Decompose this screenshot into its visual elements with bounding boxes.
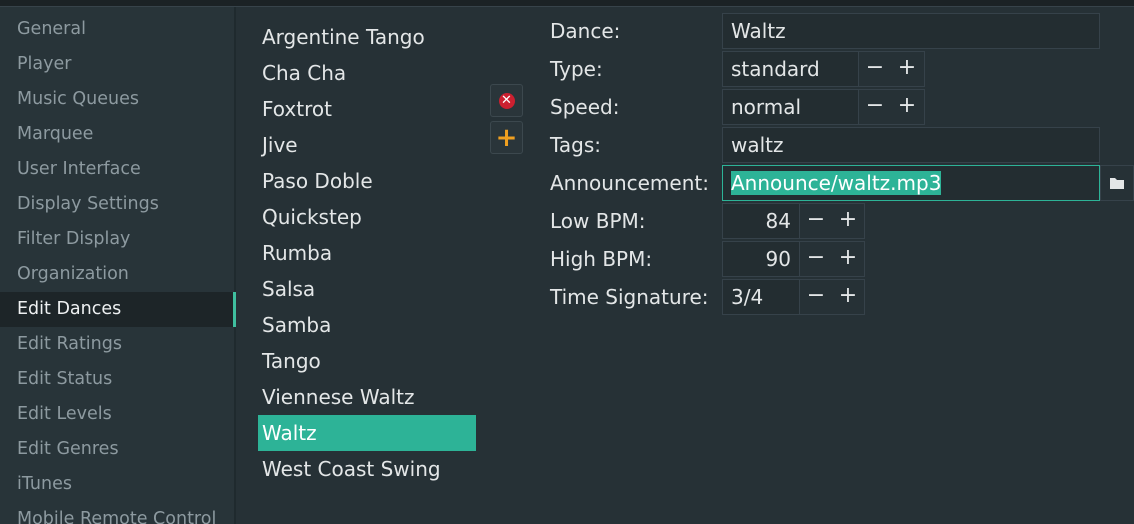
time-signature-stepper: − + [799,279,865,315]
speed-stepper: − + [858,89,925,125]
speed-label: Speed: [550,95,620,119]
dance-item-samba[interactable]: Samba [258,307,476,343]
sidebar-item-marquee[interactable]: Marquee [0,117,236,152]
dance-item-argentine-tango[interactable]: Argentine Tango [258,19,476,55]
sidebar-item-display-settings[interactable]: Display Settings [0,187,236,222]
sidebar-item-edit-dances[interactable]: Edit Dances [0,292,236,327]
dance-item-jive[interactable]: Jive [258,127,476,163]
settings-sidebar: General Player Music Queues Marquee User… [0,7,236,524]
time-signature-increment-button[interactable]: + [832,280,864,314]
high-bpm-increment-button[interactable]: + [832,242,864,276]
add-dance-button[interactable]: + [490,121,523,154]
dance-item-quickstep[interactable]: Quickstep [258,199,476,235]
type-decrement-button[interactable]: − [859,52,891,86]
dance-item-paso-doble[interactable]: Paso Doble [258,163,476,199]
window-top-border [0,0,1134,7]
delete-dance-button[interactable]: ✕ [490,84,523,117]
type-label: Type: [550,57,603,81]
tags-field[interactable]: waltz [722,127,1100,163]
high-bpm-field[interactable]: 90 [722,241,800,277]
high-bpm-decrement-button[interactable]: − [800,242,832,276]
announcement-value: Announce/waltz.mp3 [731,171,942,195]
dance-list: Argentine Tango Cha Cha Foxtrot Jive Pas… [258,19,476,487]
dance-item-rumba[interactable]: Rumba [258,235,476,271]
sidebar-item-edit-ratings[interactable]: Edit Ratings [0,327,236,362]
low-bpm-stepper: − + [799,203,865,239]
type-field[interactable]: standard [722,51,859,87]
dance-item-salsa[interactable]: Salsa [258,271,476,307]
high-bpm-label: High BPM: [550,247,653,271]
sidebar-item-player[interactable]: Player [0,47,236,82]
low-bpm-decrement-button[interactable]: − [800,204,832,238]
sidebar-item-user-interface[interactable]: User Interface [0,152,236,187]
type-stepper: − + [858,51,925,87]
speed-increment-button[interactable]: + [891,90,923,124]
dance-item-foxtrot[interactable]: Foxtrot [258,91,476,127]
delete-icon: ✕ [498,92,515,109]
tags-label: Tags: [550,133,602,157]
sidebar-item-edit-levels[interactable]: Edit Levels [0,397,236,432]
sidebar-item-organization[interactable]: Organization [0,257,236,292]
sidebar-item-mobile-remote-control[interactable]: Mobile Remote Control [0,502,236,524]
sidebar-item-filter-display[interactable]: Filter Display [0,222,236,257]
dance-item-waltz[interactable]: Waltz [258,415,476,451]
type-increment-button[interactable]: + [891,52,923,86]
time-signature-decrement-button[interactable]: − [800,280,832,314]
dance-name-field[interactable]: Waltz [722,13,1100,49]
folder-icon [1110,178,1124,189]
dance-item-tango[interactable]: Tango [258,343,476,379]
sidebar-item-music-queues[interactable]: Music Queues [0,82,236,117]
time-signature-field[interactable]: 3/4 [722,279,800,315]
time-signature-label: Time Signature: [550,285,709,309]
dance-item-west-coast-swing[interactable]: West Coast Swing [258,451,476,487]
add-icon: + [495,122,518,153]
browse-announcement-button[interactable] [1100,165,1134,201]
low-bpm-label: Low BPM: [550,209,646,233]
dance-item-viennese-waltz[interactable]: Viennese Waltz [258,379,476,415]
sidebar-item-edit-genres[interactable]: Edit Genres [0,432,236,467]
speed-decrement-button[interactable]: − [859,90,891,124]
announcement-label: Announcement: [550,171,709,195]
high-bpm-stepper: − + [799,241,865,277]
low-bpm-increment-button[interactable]: + [832,204,864,238]
speed-field[interactable]: normal [722,89,859,125]
low-bpm-field[interactable]: 84 [722,203,800,239]
announcement-field[interactable]: Announce/waltz.mp3 [722,165,1100,201]
dance-item-cha-cha[interactable]: Cha Cha [258,55,476,91]
sidebar-item-edit-status[interactable]: Edit Status [0,362,236,397]
sidebar-item-general[interactable]: General [0,12,236,47]
dance-label: Dance: [550,19,621,43]
sidebar-item-itunes[interactable]: iTunes [0,467,236,502]
